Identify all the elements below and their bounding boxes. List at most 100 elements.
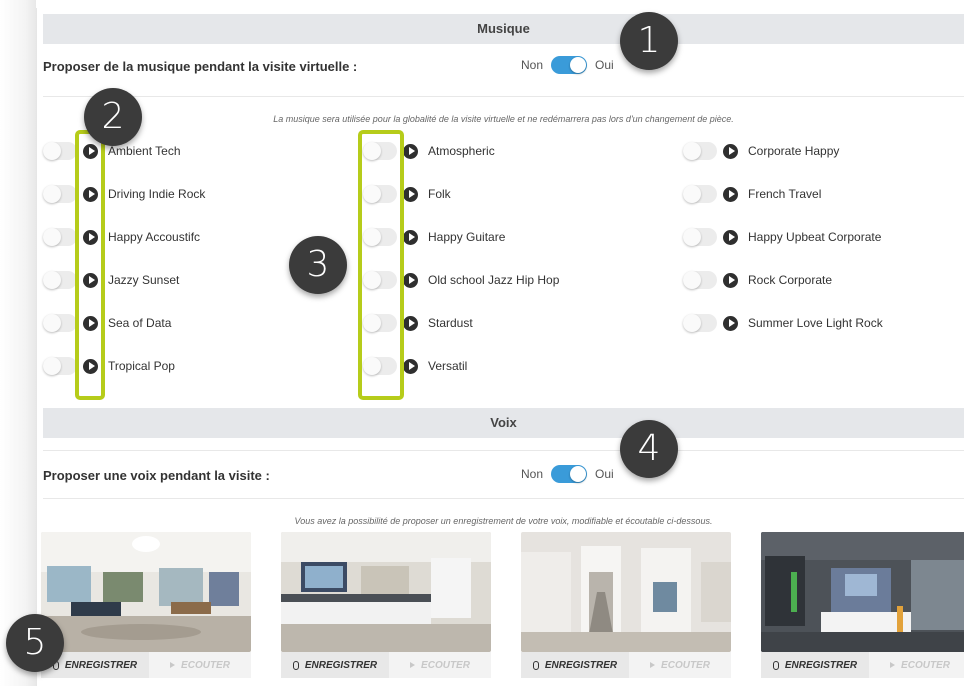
divider [43, 498, 964, 499]
toggle-knob [43, 185, 61, 203]
music-track-toggle[interactable] [43, 357, 77, 375]
listen-button-label: ECOUTER [901, 659, 950, 671]
music-toggle-switch[interactable] [551, 56, 588, 74]
highlight-box-column-2 [358, 130, 404, 400]
toggle-knob [683, 142, 701, 160]
voice-section-header: Voix [43, 408, 964, 438]
play-circle-icon[interactable] [403, 143, 418, 159]
microphone-icon [532, 660, 539, 670]
record-button[interactable]: ENREGISTRER [281, 652, 389, 678]
music-track-item: Sea of Data [43, 312, 171, 334]
annotation-badge-1: 1 [620, 12, 678, 70]
play-circle-icon[interactable] [403, 358, 418, 374]
record-button-label: ENREGISTRER [64, 659, 138, 671]
music-track-item: Driving Indie Rock [43, 183, 205, 205]
music-track-label: Summer Love Light Rock [748, 316, 883, 330]
music-track-label: Happy Upbeat Corporate [748, 230, 882, 244]
listen-button[interactable]: ECOUTER [629, 652, 731, 678]
annotation-badge-2: 2 [84, 88, 142, 146]
room-panorama-image[interactable] [41, 532, 251, 652]
music-track-toggle[interactable] [43, 185, 77, 203]
music-track-label: Old school Jazz Hip Hop [428, 273, 560, 287]
music-track-toggle[interactable] [683, 271, 717, 289]
record-button-label: ENREGISTRER [544, 659, 618, 671]
play-circle-icon[interactable] [403, 315, 418, 331]
music-track-label: Happy Accoustifc [108, 230, 201, 244]
music-track-label: Stardust [428, 316, 473, 330]
room-audio-controls: ENREGISTRER ECOUTER [521, 652, 731, 678]
music-track-toggle[interactable] [683, 314, 717, 332]
music-track-toggle[interactable] [43, 271, 77, 289]
music-toggle-off-label: Non [521, 58, 544, 72]
room-audio-controls: ENREGISTRER ECOUTER [41, 652, 251, 678]
music-track-toggle[interactable] [683, 142, 717, 160]
room-panorama-image[interactable] [761, 532, 964, 652]
toggle-knob [683, 271, 701, 289]
music-track-item: Rock Corporate [683, 269, 832, 291]
page-shadow [0, 0, 36, 686]
toggle-knob [43, 228, 61, 246]
music-track-item: Happy Accoustifc [43, 226, 200, 248]
voice-toggle-on-label: Oui [595, 467, 614, 481]
annotation-badge-4: 4 [620, 420, 678, 478]
toggle-knob [43, 271, 61, 289]
toggle-knob [43, 314, 61, 332]
music-track-label: Atmospheric [428, 144, 495, 158]
play-circle-icon[interactable] [723, 186, 738, 202]
listen-button[interactable]: ECOUTER [389, 652, 491, 678]
music-track-item: Corporate Happy [683, 140, 839, 162]
record-button[interactable]: ENREGISTRER [521, 652, 629, 678]
music-track-item: Summer Love Light Rock [683, 312, 883, 334]
listen-button-label: ECOUTER [421, 659, 470, 671]
music-track-label: Happy Guitare [428, 230, 506, 244]
voice-toggle-switch[interactable] [551, 465, 588, 483]
play-circle-icon[interactable] [403, 186, 418, 202]
divider [43, 96, 964, 97]
toggle-knob [683, 228, 701, 246]
music-track-item: Tropical Pop [43, 355, 175, 377]
music-track-label: Rock Corporate [748, 273, 833, 287]
play-icon [410, 662, 416, 668]
music-track-toggle[interactable] [43, 228, 77, 246]
music-track-item: Jazzy Sunset [43, 269, 179, 291]
room-panorama-image[interactable] [281, 532, 491, 652]
record-button-label: ENREGISTRER [304, 659, 378, 671]
play-circle-icon[interactable] [723, 272, 738, 288]
listen-button[interactable]: ECOUTER [149, 652, 251, 678]
settings-panel: Musique Proposer de la musique pendant l… [36, 8, 964, 686]
highlight-box-column-1 [75, 130, 105, 400]
page: Musique Proposer de la musique pendant l… [0, 0, 964, 686]
divider [43, 450, 964, 451]
music-track-toggle[interactable] [43, 142, 77, 160]
play-circle-icon[interactable] [723, 229, 738, 245]
toggle-knob [43, 142, 61, 160]
play-circle-icon[interactable] [723, 143, 738, 159]
music-track-label: French Travel [748, 187, 822, 201]
play-icon [650, 662, 656, 668]
music-track-label: Corporate Happy [748, 144, 840, 158]
music-track-label: Sea of Data [108, 316, 172, 330]
listen-button[interactable]: ECOUTER [869, 652, 964, 678]
room-card-hallway: ENREGISTRER ECOUTER [521, 532, 731, 680]
microphone-icon [772, 660, 779, 670]
music-track-toggle[interactable] [43, 314, 77, 332]
room-card-bathroom: ENREGISTRER ECOUTER [761, 532, 964, 680]
music-track-toggle[interactable] [683, 185, 717, 203]
toggle-knob [570, 466, 587, 482]
music-toggle-on-label: Oui [595, 58, 614, 72]
music-track-label: Ambient Tech [108, 144, 181, 158]
room-panorama-image[interactable] [521, 532, 731, 652]
music-track-label: Jazzy Sunset [108, 273, 180, 287]
play-circle-icon[interactable] [403, 272, 418, 288]
toggle-knob [683, 185, 701, 203]
play-circle-icon[interactable] [403, 229, 418, 245]
music-track-label: Tropical Pop [108, 359, 175, 373]
music-track-label: Folk [428, 187, 451, 201]
music-track-label: Driving Indie Rock [108, 187, 206, 201]
record-button[interactable]: ENREGISTRER [761, 652, 869, 678]
play-circle-icon[interactable] [723, 315, 738, 331]
room-card-kitchen: ENREGISTRER ECOUTER [281, 532, 491, 680]
music-track-toggle[interactable] [683, 228, 717, 246]
voice-toggle-off-label: Non [521, 467, 544, 481]
toggle-knob [570, 57, 587, 73]
